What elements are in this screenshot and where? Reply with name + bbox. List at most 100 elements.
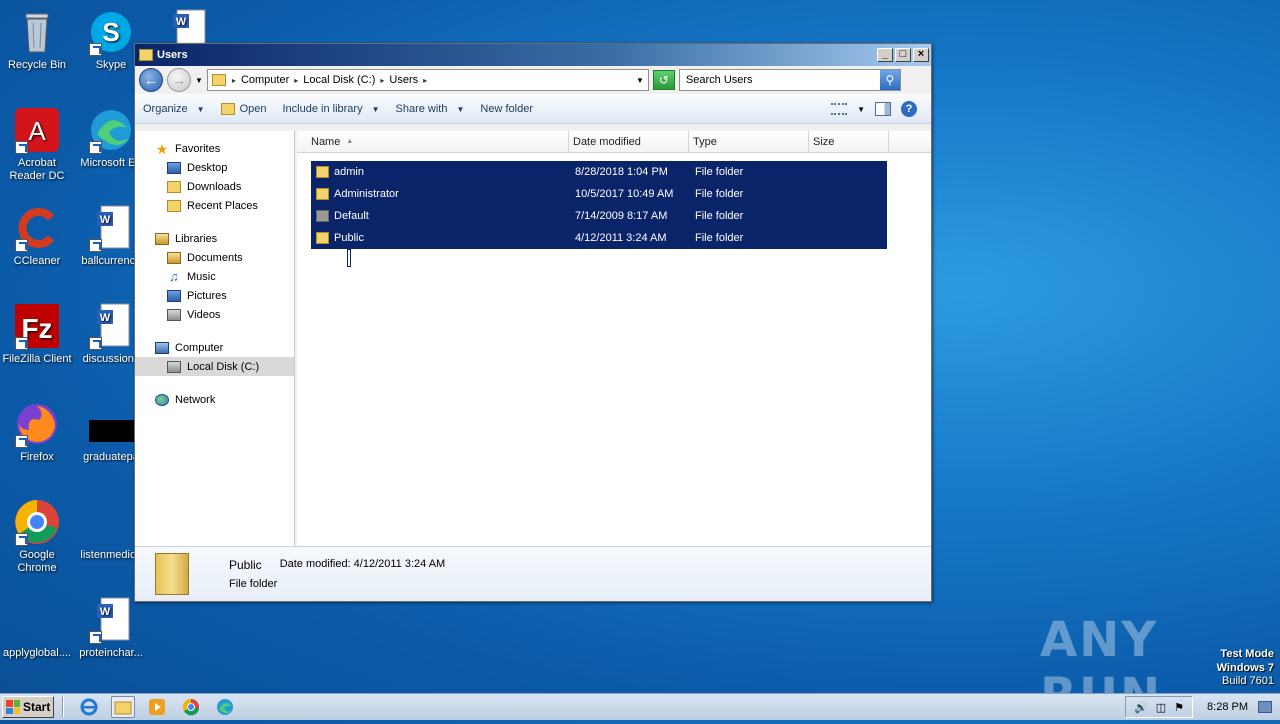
taskbar: Start 🔊 ◫ ⚑ 8:28 PM bbox=[0, 693, 1280, 720]
back-button[interactable]: ← bbox=[139, 68, 163, 92]
open-label: Open bbox=[239, 103, 267, 115]
nav-item-videos[interactable]: Videos bbox=[135, 305, 294, 324]
shortcut-arrow-icon bbox=[89, 141, 102, 154]
folder-icon bbox=[139, 49, 153, 61]
forward-button[interactable]: → bbox=[167, 68, 191, 92]
details-type: File folder bbox=[229, 578, 278, 590]
pictures-icon bbox=[167, 289, 181, 302]
refresh-button[interactable]: ↺ bbox=[652, 70, 675, 90]
search-input[interactable]: Search Users ⚲ bbox=[678, 69, 901, 91]
action-center-flag-icon[interactable]: ⚑ bbox=[1174, 701, 1184, 714]
column-header-label: Size bbox=[813, 135, 835, 148]
chrome-taskbar-icon[interactable] bbox=[179, 696, 203, 718]
clock[interactable]: 8:28 PM bbox=[1197, 701, 1258, 713]
folder-icon bbox=[316, 188, 329, 200]
help-icon[interactable]: ? bbox=[901, 101, 917, 117]
desktop-icon-label: CCleaner bbox=[13, 255, 61, 267]
nav-item-music[interactable]: ♫ Music bbox=[135, 267, 294, 286]
details-line: Public Date modified: 4/12/2011 3:24 AM bbox=[229, 558, 445, 572]
nav-group-network: Network bbox=[135, 390, 294, 409]
chrome-icon bbox=[13, 498, 61, 546]
include-in-library-button[interactable]: Include in library ▼ bbox=[282, 103, 379, 115]
media-player-taskbar-icon[interactable] bbox=[145, 696, 169, 718]
navigation-pane: ★ Favorites Desktop Downloads Recent Pla… bbox=[135, 131, 295, 548]
nav-item-libraries[interactable]: Libraries bbox=[135, 229, 294, 248]
nav-item-local-disk[interactable]: Local Disk (C:) bbox=[135, 357, 294, 376]
view-dropdown-icon[interactable]: ▼ bbox=[857, 105, 865, 114]
column-header-date[interactable]: Date modified bbox=[569, 131, 689, 152]
breadcrumb-local-disk[interactable]: Local Disk (C:) bbox=[303, 74, 375, 86]
column-header-size[interactable]: Size bbox=[809, 131, 889, 152]
table-row[interactable]: admin 8/28/2018 1:04 PM File folder bbox=[311, 161, 887, 183]
open-folder-icon bbox=[220, 103, 235, 115]
new-folder-button[interactable]: New folder bbox=[480, 103, 533, 115]
maximize-button[interactable]: □ bbox=[895, 48, 911, 62]
desktop-icon-recycle-bin[interactable]: Recycle Bin bbox=[0, 8, 74, 72]
desktop-icon-filezilla[interactable]: Fz FileZilla Client bbox=[0, 302, 74, 366]
folder-icon bbox=[316, 210, 329, 222]
view-controls: ▼ ? bbox=[831, 101, 931, 117]
chevron-right-icon[interactable]: ▸ bbox=[294, 76, 298, 85]
nav-item-favorites[interactable]: ★ Favorites bbox=[135, 139, 294, 158]
svg-text:W: W bbox=[100, 214, 111, 226]
show-desktop-icon[interactable] bbox=[1258, 701, 1272, 713]
minimize-button[interactable]: _ bbox=[877, 48, 893, 62]
address-dropdown-button[interactable]: ▼ bbox=[632, 76, 648, 85]
file-name: Public bbox=[334, 232, 364, 244]
firefox-icon bbox=[13, 400, 61, 448]
nav-item-documents[interactable]: Documents bbox=[135, 248, 294, 267]
start-label: Start bbox=[23, 700, 51, 714]
chevron-right-icon[interactable]: ▸ bbox=[423, 76, 427, 85]
open-button[interactable]: Open bbox=[220, 103, 267, 115]
internet-explorer-taskbar-icon[interactable] bbox=[77, 696, 101, 718]
chevron-right-icon[interactable]: ▸ bbox=[232, 76, 236, 85]
explorer-taskbar-icon[interactable] bbox=[111, 696, 135, 718]
file-type: File folder bbox=[695, 210, 744, 222]
search-icon[interactable]: ⚲ bbox=[879, 70, 900, 90]
test-mode-line: Test Mode bbox=[1220, 648, 1274, 660]
table-row[interactable]: Default 7/14/2009 8:17 AM File folder bbox=[311, 205, 887, 227]
nav-item-label: Downloads bbox=[187, 180, 242, 193]
shortcut-arrow-icon bbox=[15, 337, 28, 350]
window-titlebar[interactable]: Users _ □ × bbox=[135, 44, 931, 66]
column-header-type[interactable]: Type bbox=[689, 131, 809, 152]
nav-item-network[interactable]: Network bbox=[135, 390, 294, 409]
change-view-icon[interactable] bbox=[831, 103, 848, 115]
desktop-icon-proteinchar[interactable]: W proteinchar... bbox=[74, 596, 148, 660]
svg-text:W: W bbox=[176, 16, 187, 28]
edge-icon bbox=[87, 106, 135, 154]
documents-icon bbox=[167, 251, 181, 264]
nav-item-desktop[interactable]: Desktop bbox=[135, 158, 294, 177]
edge-taskbar-icon[interactable] bbox=[213, 696, 237, 718]
column-header-label: Name bbox=[311, 135, 341, 148]
nav-item-label: Network bbox=[175, 393, 216, 406]
close-button[interactable]: × bbox=[913, 48, 929, 62]
speaker-icon[interactable]: 🔊 bbox=[1134, 701, 1148, 714]
desktop-icon-firefox[interactable]: Firefox bbox=[0, 400, 74, 464]
desktop-icon-chrome[interactable]: Google Chrome bbox=[0, 498, 74, 575]
organize-button[interactable]: Organize ▼ bbox=[143, 103, 205, 115]
nav-item-computer[interactable]: Computer bbox=[135, 338, 294, 357]
network-tray-icon[interactable]: ◫ bbox=[1156, 701, 1166, 714]
address-bar[interactable]: ▸ Computer ▸ Local Disk (C:) ▸ Users ▸ ▼ bbox=[206, 69, 649, 91]
desktop-icon-acrobat[interactable]: A Acrobat Reader DC bbox=[0, 106, 74, 183]
nav-item-recent-places[interactable]: Recent Places bbox=[135, 196, 294, 215]
nav-item-downloads[interactable]: Downloads bbox=[135, 177, 294, 196]
preview-pane-icon[interactable] bbox=[875, 102, 891, 116]
start-button[interactable]: Start bbox=[2, 696, 54, 718]
breadcrumb-users[interactable]: Users bbox=[389, 74, 418, 86]
table-row[interactable]: Public 4/12/2011 3:24 AM File folder bbox=[311, 227, 887, 249]
search-placeholder: Search Users bbox=[685, 74, 753, 86]
chevron-right-icon[interactable]: ▸ bbox=[380, 76, 384, 85]
desktop-icon-applyglobal[interactable]: applyglobal.... bbox=[0, 596, 74, 660]
test-mode-notice: Test Mode Windows 7 Build 7601 bbox=[1217, 648, 1274, 689]
table-row[interactable]: Administrator 10/5/2017 10:49 AM File fo… bbox=[311, 183, 887, 205]
chevron-down-icon: ▼ bbox=[456, 104, 465, 114]
recent-pages-dropdown[interactable]: ▼ bbox=[195, 76, 203, 85]
file-name: admin bbox=[334, 166, 364, 178]
column-header-name[interactable]: Name ▲ bbox=[297, 131, 569, 152]
desktop-icon-ccleaner[interactable]: CCleaner bbox=[0, 204, 74, 268]
share-with-button[interactable]: Share with ▼ bbox=[396, 103, 465, 115]
breadcrumb-computer[interactable]: Computer bbox=[241, 74, 289, 86]
nav-item-pictures[interactable]: Pictures bbox=[135, 286, 294, 305]
